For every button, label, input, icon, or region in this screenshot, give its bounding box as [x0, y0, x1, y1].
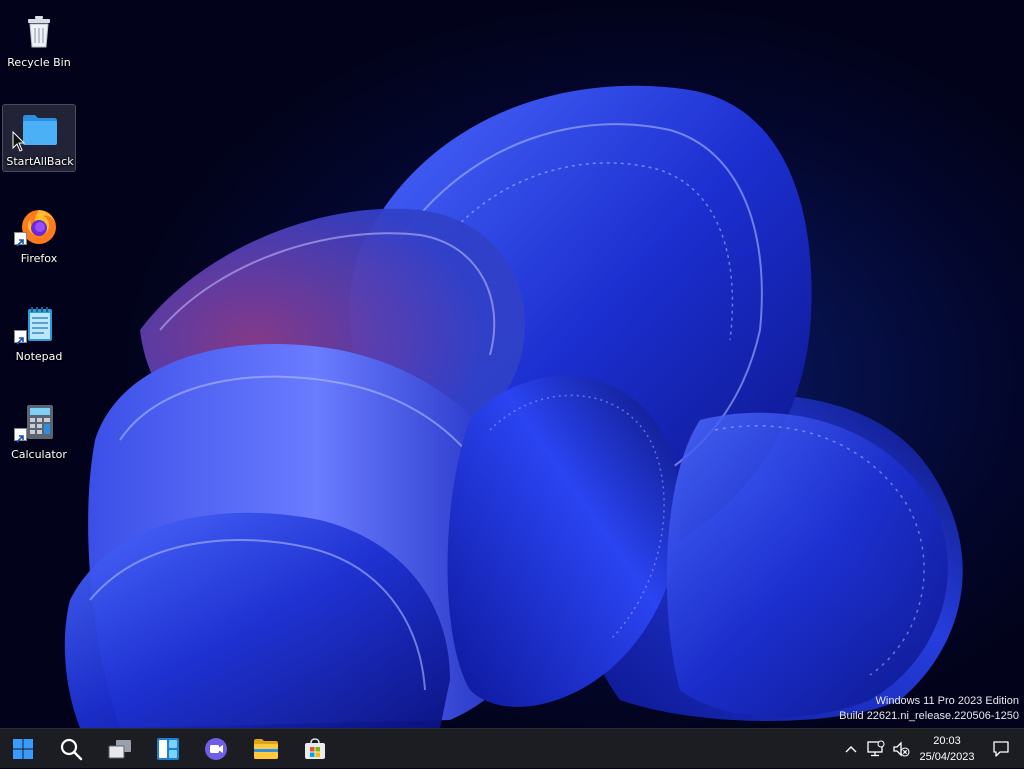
start-icon: [13, 739, 33, 759]
windows-watermark: Windows 11 Pro 2023 Edition Build 22621.…: [839, 694, 1019, 724]
wallpaper: [64, 85, 963, 728]
recycle-bin-icon: [28, 16, 50, 48]
shortcut-arrow-icon: [14, 232, 27, 247]
microsoft-store-icon: [305, 738, 325, 759]
network-icon: [867, 740, 885, 757]
chat-button[interactable]: [198, 731, 234, 767]
taskbar: 20:03 25/04/2023: [0, 728, 1024, 768]
notification-center-button[interactable]: [988, 729, 1014, 769]
desktop-icon-label: Notepad: [15, 350, 63, 363]
clock-date: 25/04/2023: [919, 751, 975, 763]
search-button[interactable]: [53, 731, 89, 767]
notification-icon: [993, 741, 1009, 757]
shortcut-arrow-icon: [14, 330, 27, 345]
desktop-icon-label: StartAllBack: [6, 155, 74, 168]
desktop-icon-notepad[interactable]: Notepad: [2, 300, 76, 368]
task-view-button[interactable]: [102, 731, 138, 767]
watermark-edition: Windows 11 Pro 2023 Edition: [875, 695, 1020, 707]
microsoft-store-button[interactable]: [297, 731, 333, 767]
shortcut-arrow-icon: [14, 428, 27, 443]
mouse-cursor-icon: [12, 131, 26, 152]
search-icon: [60, 738, 83, 761]
desktop-icon-recycle-bin[interactable]: Recycle Bin: [2, 6, 76, 74]
start-button[interactable]: [5, 731, 41, 767]
task-view-icon: [108, 740, 131, 759]
clock-time: 20:03: [933, 735, 961, 747]
clock[interactable]: 20:03 25/04/2023: [912, 733, 982, 765]
folder-icon: [23, 115, 57, 145]
desktop[interactable]: Recycle Bin StartAllBack Firefox Notepad…: [0, 0, 1024, 728]
desktop-icon-label: Recycle Bin: [7, 56, 71, 69]
file-explorer-button[interactable]: [248, 731, 284, 767]
watermark-build: Build 22621.ni_release.220506-1250: [839, 710, 1019, 722]
desktop-icon-calculator[interactable]: Calculator: [2, 398, 76, 466]
desktop-icon-firefox[interactable]: Firefox: [2, 202, 76, 270]
desktop-icon-label: Firefox: [20, 252, 58, 265]
network-button[interactable]: [864, 729, 888, 769]
desktop-icon-label: Calculator: [11, 448, 67, 461]
widgets-button[interactable]: [150, 731, 186, 767]
volume-button[interactable]: [890, 729, 912, 769]
chevron-up-icon: [845, 746, 857, 753]
chat-icon: [205, 738, 227, 760]
show-hidden-icons-button[interactable]: [842, 729, 860, 769]
widgets-icon: [157, 738, 179, 760]
file-explorer-icon: [254, 739, 278, 759]
volume-muted-icon: [893, 741, 910, 757]
